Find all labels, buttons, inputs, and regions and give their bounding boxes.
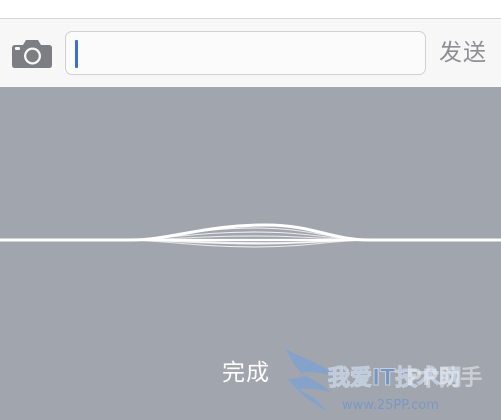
watermark-url: www.25PP.com: [342, 398, 439, 413]
text-caret: [75, 40, 78, 68]
message-text-field[interactable]: [65, 31, 426, 75]
watermark-line2: PP助手: [406, 366, 482, 391]
message-input-bar: 发送: [0, 18, 501, 87]
camera-icon: [12, 40, 52, 68]
top-blank-area: [0, 0, 501, 18]
camera-button[interactable]: [11, 38, 53, 69]
done-button[interactable]: 完成: [222, 355, 270, 391]
dictation-panel: 完成 我爱IT技术网 PP助手 www.25PP.com: [0, 87, 501, 420]
watermark-logo: 我爱IT技术网 PP助手 www.25PP.com: [286, 349, 482, 413]
send-button[interactable]: 发送: [439, 36, 495, 70]
